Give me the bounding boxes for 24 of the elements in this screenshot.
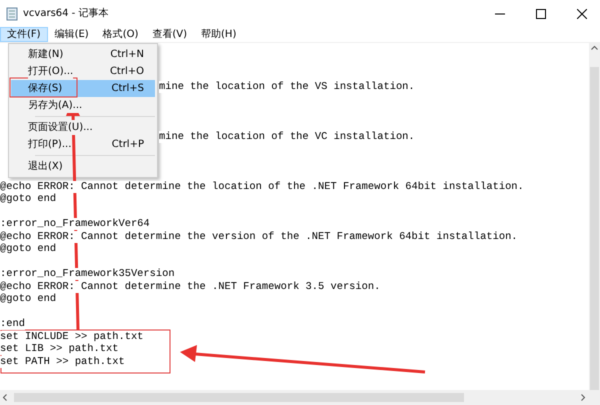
menu-option[interactable]: 页面设置(U)...	[11, 119, 155, 136]
menu-item[interactable]: 查看(V)	[145, 27, 194, 42]
menu-label: 另存为(A)...	[28, 98, 82, 113]
scroll-left-icon[interactable]	[0, 392, 10, 403]
menu-option[interactable]: 保存(S) Ctrl+S	[11, 80, 155, 97]
highlight-frame	[10, 78, 78, 98]
vertical-scrollbar[interactable]	[589, 43, 600, 390]
menu-option[interactable]: 退出(X)	[11, 158, 155, 175]
menu-item[interactable]: 文件(F)	[0, 27, 48, 42]
menu-label: 页面设置(U)...	[28, 120, 93, 135]
close-icon	[577, 8, 587, 18]
menu-label: 打开(O)...	[28, 64, 74, 79]
menu-option[interactable]: 打印(P)... Ctrl+P	[11, 136, 155, 153]
menu-item[interactable]: 帮助(H)	[194, 27, 244, 42]
maximize-icon	[536, 8, 546, 18]
menu-option[interactable]: 打开(O)... Ctrl+O	[11, 63, 155, 80]
menu-item[interactable]: 格式(O)	[96, 27, 146, 42]
menu-item[interactable]: 编辑(E)	[48, 27, 96, 42]
menu-option[interactable]: 新建(N) Ctrl+N	[11, 46, 155, 63]
menu-option[interactable]: 另存为(A)...	[11, 97, 155, 114]
window-title: vcvars64 - 记事本	[23, 6, 110, 21]
horizontal-scrollbar[interactable]	[0, 390, 600, 405]
scroll-right-icon[interactable]	[578, 392, 588, 403]
notepad-icon	[6, 6, 18, 20]
